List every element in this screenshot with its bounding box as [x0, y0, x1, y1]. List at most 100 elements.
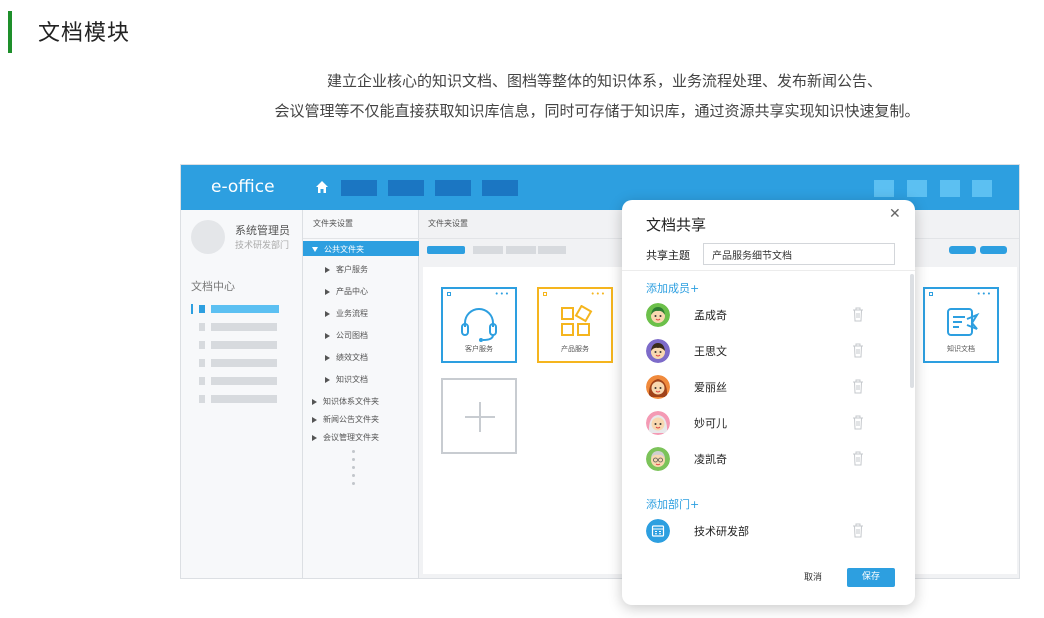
chevron-right-icon — [325, 332, 330, 339]
filter-tab[interactable] — [473, 246, 503, 254]
trash-icon[interactable] — [852, 450, 864, 466]
ellipsis-dot — [352, 482, 355, 485]
tree-item[interactable]: 知识体系文件夹 — [312, 396, 379, 407]
folder-card-product-service[interactable]: ••• 产品服务 — [537, 287, 613, 363]
trash-icon[interactable] — [852, 522, 864, 538]
member-row: 凌凯奇 — [646, 445, 886, 473]
tree-item[interactable]: 业务流程 — [325, 308, 368, 319]
headset-icon — [461, 308, 497, 342]
nav-tab-1[interactable] — [341, 180, 377, 196]
filter-tab[interactable] — [538, 246, 566, 254]
folder-card-label: 产品服务 — [561, 345, 589, 353]
tree-item[interactable]: 知识文档 — [325, 374, 368, 385]
nav-tab-2[interactable] — [388, 180, 424, 196]
cancel-button[interactable]: 取消 — [804, 570, 822, 583]
filter-tab[interactable] — [506, 246, 536, 254]
ellipsis-dot — [352, 474, 355, 477]
member-name: 王思文 — [694, 345, 727, 358]
action-button[interactable] — [949, 246, 976, 254]
main-panel-header: 文件夹设置 — [428, 219, 468, 228]
close-icon[interactable]: ✕ — [889, 206, 901, 222]
avatar-green-glasses-icon — [646, 447, 670, 471]
trash-icon[interactable] — [852, 306, 864, 322]
toolbar-button-4[interactable] — [972, 180, 992, 197]
chevron-right-icon — [312, 398, 317, 405]
tree-item-selected[interactable]: 公共文件夹 — [303, 241, 419, 256]
member-name: 孟成奇 — [694, 309, 727, 322]
home-icon[interactable] — [315, 180, 329, 194]
chevron-down-icon — [312, 247, 318, 252]
member-row: 爱丽丝 — [646, 373, 886, 401]
member-row: 妙可儿 — [646, 409, 886, 437]
add-member-link[interactable]: 添加成员+ — [646, 280, 699, 296]
toolbar-button-3[interactable] — [940, 180, 960, 197]
trash-icon[interactable] — [852, 414, 864, 430]
section-accent-bar — [8, 11, 12, 53]
filter-tab-active[interactable] — [427, 246, 465, 254]
member-row: 王思文 — [646, 337, 886, 365]
tree-item[interactable]: 新闻公告文件夹 — [312, 414, 379, 425]
chevron-right-icon — [325, 266, 330, 273]
divider — [303, 238, 419, 239]
plus-icon — [465, 402, 495, 432]
user-name: 系统管理员 — [235, 224, 290, 237]
folder-tree-panel: 文件夹设置 公共文件夹 客户服务 产品中心 业务流程 公司图档 绩效文档 知识文… — [303, 210, 419, 578]
trash-icon[interactable] — [852, 342, 864, 358]
chevron-right-icon — [325, 354, 330, 361]
avatar[interactable] — [191, 220, 225, 254]
dialog-title: 文档共享 — [646, 216, 707, 234]
tree-item[interactable]: 会议管理文件夹 — [312, 432, 379, 443]
toolbar-button-2[interactable] — [907, 180, 927, 197]
share-theme-input[interactable] — [703, 243, 895, 265]
save-button[interactable]: 保存 — [847, 568, 895, 587]
ellipsis-dot — [352, 466, 355, 469]
section-description-line-2: 会议管理等不仅能直接获取知识库信息，同时可存储于知识库，通过资源共享实现知识快速… — [274, 102, 920, 120]
trash-icon[interactable] — [852, 378, 864, 394]
tree-item[interactable]: 客户服务 — [325, 264, 368, 275]
member-row: 孟成奇 — [646, 301, 886, 329]
avatar-pink-icon — [646, 411, 670, 435]
nav-tab-4[interactable] — [482, 180, 518, 196]
chevron-right-icon — [312, 416, 317, 423]
folder-tree-header: 文件夹设置 — [313, 219, 353, 228]
app-logo: e-office — [211, 177, 275, 197]
avatar-green-icon — [646, 303, 670, 327]
action-button[interactable] — [980, 246, 1007, 254]
chevron-right-icon — [325, 376, 330, 383]
sidebar-item-bar — [211, 305, 279, 313]
department-icon — [646, 519, 670, 543]
divider — [622, 270, 915, 271]
chevron-right-icon — [312, 434, 317, 441]
member-name: 妙可儿 — [694, 417, 727, 430]
add-department-link[interactable]: 添加部门+ — [646, 496, 699, 512]
nav-tab-3[interactable] — [435, 180, 471, 196]
member-name: 凌凯奇 — [694, 453, 727, 466]
department-name: 技术研发部 — [694, 525, 749, 538]
scrollbar[interactable] — [910, 274, 914, 388]
sidebar-item-dot — [199, 305, 205, 313]
folder-card-customer-service[interactable]: ••• 客户服务 — [441, 287, 517, 363]
member-name: 爱丽丝 — [694, 381, 727, 394]
active-indicator — [191, 304, 193, 314]
section-description-line-1: 建立企业核心的知识文档、图档等整体的知识体系，业务流程处理、发布新闻公告、 — [326, 72, 882, 90]
avatar-purple-icon — [646, 339, 670, 363]
avatar-orange-icon — [646, 375, 670, 399]
share-theme-label: 共享主题 — [646, 249, 690, 262]
tree-item[interactable]: 公司图档 — [325, 330, 368, 341]
section-title: 文档模块 — [38, 21, 131, 46]
folder-card-label: 知识文档 — [947, 345, 975, 353]
chevron-right-icon — [325, 310, 330, 317]
ellipsis-dot — [352, 458, 355, 461]
tree-item[interactable]: 绩效文档 — [325, 352, 368, 363]
chevron-right-icon — [325, 288, 330, 295]
tree-item[interactable]: 产品中心 — [325, 286, 368, 297]
product-blocks-icon — [561, 305, 593, 336]
folder-card-label: 客户服务 — [465, 345, 493, 353]
toolbar-button-1[interactable] — [874, 180, 894, 197]
left-sidebar: 系统管理员 技术研发部门 文档中心 — [181, 210, 303, 578]
add-folder-button[interactable] — [441, 378, 517, 454]
knowledge-doc-icon — [947, 308, 980, 336]
department-row: 技术研发部 — [646, 517, 886, 545]
ellipsis-dot — [352, 450, 355, 453]
folder-card-knowledge-doc[interactable]: ••• 知识文档 — [923, 287, 999, 363]
